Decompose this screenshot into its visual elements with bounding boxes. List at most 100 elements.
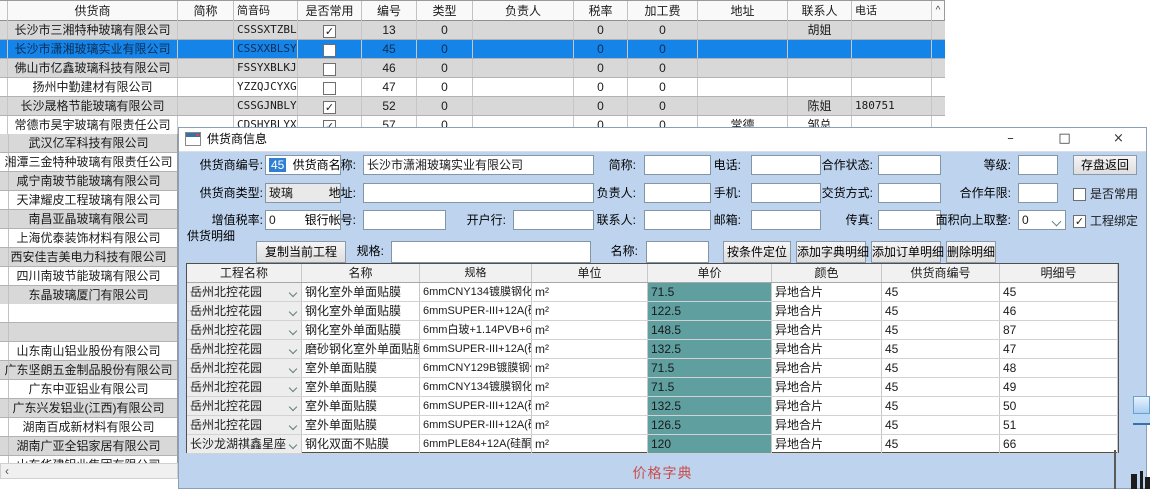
table-row[interactable]: 长沙晟格节能玻璃有限公司 CSSGJNBLYXGS ✓ 52 0 0 0 陈姐 … <box>0 97 945 116</box>
table-row[interactable]: 西安佳吉美电力科技有限公司 <box>0 248 178 267</box>
table-row[interactable]: 广东兴发铝业(江西)有限公司 <box>0 399 178 418</box>
delivery-mode-field[interactable] <box>878 183 941 203</box>
checkbox[interactable]: ✓ <box>323 101 336 114</box>
table-row[interactable]: 佛山市亿鑫玻璃科技有限公司 FSSYXBLKJ... 46 0 0 0 <box>0 59 945 78</box>
col-header-supplier-no[interactable]: 供货商编号 <box>882 264 1000 282</box>
copy-current-project-button[interactable]: 复制当前工程 <box>256 241 346 263</box>
project-combo-cell[interactable]: 长沙龙湖祺鑫星座 <box>187 435 302 453</box>
col-header-name[interactable]: 名称 <box>302 264 420 282</box>
phone-field[interactable] <box>751 155 821 175</box>
col-header-pinyin-code[interactable]: 简音码 <box>234 1 298 21</box>
responsible-field[interactable] <box>644 183 711 203</box>
col-header-contact[interactable]: 联系人 <box>788 1 852 21</box>
dialog-titlebar[interactable]: 供货商信息 – □ × <box>179 128 1146 152</box>
name-filter-input[interactable] <box>646 241 709 263</box>
address-field[interactable] <box>363 183 594 203</box>
add-dictionary-detail-button[interactable]: 添加字典明细 <box>796 241 866 263</box>
close-button[interactable]: × <box>1096 128 1141 150</box>
checkbox[interactable] <box>323 44 336 57</box>
minimize-button[interactable]: – <box>988 128 1033 150</box>
col-header-address[interactable]: 地址 <box>698 1 788 21</box>
table-row[interactable]: 湖南广亚全铝家居有限公司 <box>0 437 178 456</box>
col-header-spec[interactable]: 规格 <box>420 264 532 282</box>
common-use-checkbox[interactable]: 是否常用 <box>1073 185 1138 202</box>
chevron-down-icon[interactable] <box>289 327 297 335</box>
locate-by-condition-button[interactable]: 按条件定位 <box>723 241 791 263</box>
save-return-button[interactable]: 存盘返回 <box>1073 155 1137 175</box>
chevron-down-icon[interactable] <box>289 422 297 430</box>
grade-field[interactable] <box>1018 155 1058 175</box>
project-combo-cell[interactable]: 岳州北控花园 <box>187 416 302 434</box>
table-row[interactable]: 广东坚朗五金制品股份有限公司 <box>0 361 178 380</box>
col-header-responsible[interactable]: 负责人 <box>473 1 574 21</box>
table-row[interactable]: 上海优泰装饰材料有限公司 <box>0 229 178 248</box>
table-row[interactable]: 湘潭三金特种玻璃有限责任公司 <box>0 153 178 172</box>
table-row[interactable] <box>0 304 178 323</box>
shortname-field[interactable] <box>644 155 711 175</box>
table-row[interactable]: 天津耀皮工程玻璃有限公司 <box>0 191 178 210</box>
coop-years-field[interactable] <box>1018 183 1058 203</box>
chevron-down-icon[interactable] <box>289 308 297 316</box>
checkbox[interactable]: ✓ <box>323 25 336 38</box>
scroll-up-icon[interactable]: ^ <box>932 1 945 21</box>
col-header-color[interactable]: 颜色 <box>772 264 882 282</box>
table-row[interactable]: 南昌亚晶玻璃有限公司 <box>0 210 178 229</box>
col-header-shortname[interactable]: 简称 <box>178 1 234 21</box>
col-header-fee[interactable]: 加工费 <box>628 1 698 21</box>
table-row[interactable]: 东晶玻璃厦门有限公司 <box>0 286 178 305</box>
project-combo-cell[interactable]: 岳州北控花园 <box>187 321 302 339</box>
table-row[interactable]: 武汉亿军科技有限公司 <box>0 134 178 153</box>
coop-status-field[interactable] <box>878 155 941 175</box>
chevron-down-icon[interactable] <box>289 403 297 411</box>
detail-row[interactable]: 岳州北控花园 室外单面贴膜 6mmCNY134镀膜钢化 m² 71.5 异地合片… <box>187 378 1118 397</box>
col-header-type[interactable]: 类型 <box>417 1 473 21</box>
col-header-project[interactable]: 工程名称 <box>187 264 302 282</box>
checkbox[interactable] <box>1073 188 1086 201</box>
col-header-supplier[interactable]: 供货商 <box>8 1 178 21</box>
table-row[interactable]: 扬州中勤建材有限公司 YZZQJCYXGS 47 0 0 0 <box>0 78 945 97</box>
spec-filter-input[interactable] <box>391 241 591 263</box>
table-row[interactable]: 山东南山铝业股份有限公司 <box>0 342 178 361</box>
detail-row[interactable]: 岳州北控花园 磨砂钢化室外单面贴膜 6mmSUPER-III+12A(硅... … <box>187 340 1118 359</box>
contact-field[interactable] <box>644 210 711 230</box>
table-row[interactable]: 广东中亚铝业有限公司 <box>0 380 178 399</box>
mobile-field[interactable] <box>751 183 821 203</box>
delete-detail-button[interactable]: 删除明细 <box>946 241 996 263</box>
detail-row[interactable]: 岳州北控花园 室外单面贴膜 6mmCNY129B镀膜钢化 m² 71.5 异地合… <box>187 359 1118 378</box>
col-header-common[interactable]: 是否常用 <box>298 1 362 21</box>
col-header-phone[interactable]: 电话 <box>852 1 932 21</box>
chevron-down-icon[interactable] <box>289 346 297 354</box>
checkbox[interactable]: ✓ <box>1073 215 1086 228</box>
col-header-tax[interactable]: 税率 <box>574 1 628 21</box>
table-row-selected[interactable]: 长沙市潇湘玻璃实业有限公司 CSSXXBLSY... 45 0 0 0 <box>0 40 945 59</box>
table-row[interactable] <box>0 323 178 342</box>
table-row[interactable]: 咸宁南玻节能玻璃有限公司 <box>0 172 178 191</box>
col-header-unit-price[interactable]: 单价 <box>648 264 772 282</box>
table-row[interactable]: 湖南百成新材料有限公司 <box>0 418 178 437</box>
detail-row[interactable]: 岳州北控花园 室外单面贴膜 6mmSUPER-III+12A(硅... m² 1… <box>187 397 1118 416</box>
detail-row[interactable]: 岳州北控花园 室外单面贴膜 6mmSUPER-III+12A(硅... m² 1… <box>187 416 1118 435</box>
add-order-detail-button[interactable]: 添加订单明细 <box>871 241 941 263</box>
table-row[interactable]: 长沙市三湘特种玻璃有限公司 CSSSXTZBL... ✓ 13 0 0 0 胡姐 <box>0 21 945 40</box>
checkbox[interactable] <box>323 82 336 95</box>
area-round-up-select[interactable]: 0 <box>1018 210 1066 230</box>
project-combo-cell[interactable]: 岳州北控花园 <box>187 283 302 301</box>
bank-account-field[interactable] <box>363 210 446 230</box>
project-combo-cell[interactable]: 岳州北控花园 <box>187 302 302 320</box>
horizontal-scrollbar[interactable]: ‹ <box>0 463 178 479</box>
detail-row[interactable]: 岳州北控花园 钢化室外单面贴膜 6mmSUPER-III+12A(硅... m²… <box>187 302 1118 321</box>
col-header-detail-no[interactable]: 明细号 <box>1000 264 1118 282</box>
project-combo-cell[interactable]: 岳州北控花园 <box>187 378 302 396</box>
detail-row[interactable]: 岳州北控花园 钢化室外单面贴膜 6mm白玻+1.14PVB+6mm... m² … <box>187 321 1118 340</box>
col-header-number[interactable]: 编号 <box>362 1 417 21</box>
project-combo-cell[interactable]: 岳州北控花园 <box>187 397 302 415</box>
scroll-left-icon[interactable]: ‹ <box>5 464 9 478</box>
chevron-down-icon[interactable] <box>289 441 297 449</box>
project-combo-cell[interactable]: 岳州北控花园 <box>187 340 302 358</box>
table-row[interactable]: 四川南玻节能玻璃有限公司 <box>0 267 178 286</box>
col-header-unit[interactable]: 单位 <box>532 264 648 282</box>
chevron-down-icon[interactable] <box>289 365 297 373</box>
project-bind-checkbox[interactable]: ✓ 工程绑定 <box>1073 212 1138 229</box>
checkbox[interactable] <box>323 63 336 76</box>
chevron-down-icon[interactable] <box>1052 217 1062 227</box>
